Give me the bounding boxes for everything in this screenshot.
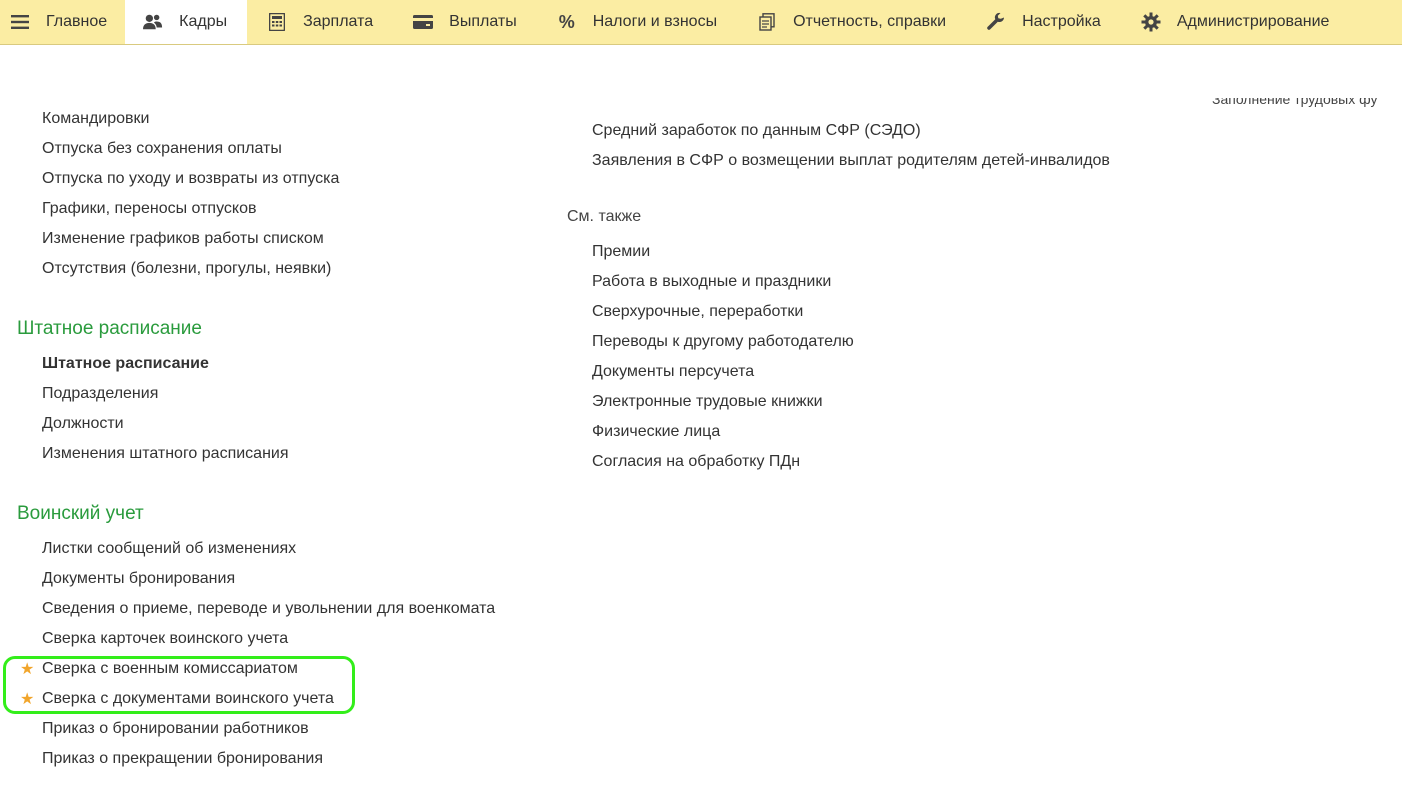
gear-icon [1141,12,1161,32]
people-icon [143,12,163,32]
tab-label: Кадры [179,13,228,30]
link-transfers[interactable]: Переводы к другому работодателю [592,333,854,351]
link-personal-data-consents[interactable]: Согласия на обработку ПДн [592,453,800,471]
calculator-icon [267,12,287,32]
link-enlistment-office-info[interactable]: Сведения о приеме, переводе и увольнении… [42,600,495,618]
link-business-trips[interactable]: Командировки [42,110,149,128]
tab-label: Отчетность, справки [793,13,947,30]
tab-label: Главное [46,13,108,30]
link-reservation-termination-order[interactable]: Приказ о прекращении бронирования [42,750,323,768]
link-departments[interactable]: Подразделения [42,385,158,403]
tab-reports[interactable]: Отчетность, справки [735,0,964,44]
link-staffing-table[interactable]: Штатное расписание [42,355,209,373]
section-title-staffing: Штатное расписание [17,318,202,339]
link-bonuses[interactable]: Премии [592,243,650,261]
percent-icon: % [558,11,575,32]
link-individuals[interactable]: Физические лица [592,423,720,441]
wallet-icon [413,12,434,32]
highlight-frame [3,656,355,714]
tab-label: Настройка [1022,13,1101,30]
tab-main[interactable]: Главное [0,0,125,44]
clipped-link: Заполнение трудовых фу [1212,98,1378,107]
documents-icon [757,12,777,32]
link-electronic-workbooks[interactable]: Электронные трудовые книжки [592,393,823,411]
tab-label: Выплаты [449,13,517,30]
tab-salary[interactable]: Зарплата [247,0,391,44]
tab-taxes[interactable]: % Налоги и взносы [535,0,735,44]
link-reservation-documents[interactable]: Документы бронирования [42,570,235,588]
tab-label: Администрирование [1176,13,1330,30]
link-parental-leave[interactable]: Отпуска по уходу и возвраты из отпуска [42,170,339,188]
tab-administration[interactable]: Администрирование [1119,0,1348,44]
link-unpaid-leave[interactable]: Отпуска без сохранения оплаты [42,140,282,158]
top-navigation: Главное Кадры Зарплата Выплаты % Налоги … [0,0,1402,45]
link-personal-accounting-docs[interactable]: Документы персучета [592,363,754,381]
link-absences[interactable]: Отсутствия (болезни, прогулы, неявки) [42,260,331,278]
tab-label: Налоги и взносы [592,13,718,30]
link-sfr-applications[interactable]: Заявления в СФР о возмещении выплат роди… [592,152,1110,170]
link-positions[interactable]: Должности [42,415,124,433]
tab-label: Зарплата [303,13,374,30]
link-weekend-work[interactable]: Работа в выходные и праздники [592,273,831,291]
tab-settings[interactable]: Настройка [964,0,1119,44]
link-reservation-order[interactable]: Приказ о бронировании работников [42,720,309,738]
section-title-military: Воинский учет [17,503,144,524]
see-also-title: См. также [567,208,642,225]
link-overtime[interactable]: Сверхурочные, переработки [592,303,803,321]
wrench-icon [986,12,1006,32]
link-change-reports[interactable]: Листки сообщений об изменениях [42,540,296,558]
menu-icon [10,12,30,32]
link-card-reconciliation[interactable]: Сверка карточек воинского учета [42,630,288,648]
link-average-earnings-sfr[interactable]: Средний заработок по данным СФР (СЭДО) [592,122,921,140]
link-schedule-changes[interactable]: Изменение графиков работы списком [42,230,324,248]
tab-personnel[interactable]: Кадры [125,0,248,44]
tab-payments[interactable]: Выплаты [391,0,535,44]
link-vacation-schedules[interactable]: Графики, переносы отпусков [42,200,256,218]
link-staffing-changes[interactable]: Изменения штатного расписания [42,445,289,463]
